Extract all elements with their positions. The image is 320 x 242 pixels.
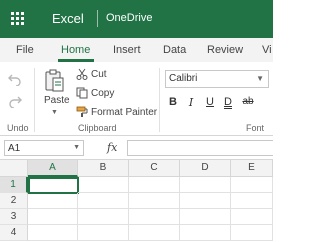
clipboard-group-label: Clipboard: [78, 123, 117, 133]
ribbon: Undo Paste ▼ Cut Copy Format Painter Cli…: [0, 62, 273, 136]
row-header-3[interactable]: 3: [0, 209, 28, 225]
cell-c2[interactable]: [129, 193, 180, 209]
format-painter-button[interactable]: Format Painter: [76, 104, 157, 120]
double-underline-button[interactable]: D: [222, 96, 234, 108]
select-all-button[interactable]: [0, 160, 28, 177]
ribbon-tabs: File Home Insert Data Review Vi: [0, 38, 273, 62]
font-name-value: Calibri: [169, 73, 198, 84]
cell-c3[interactable]: [129, 209, 180, 225]
cell-e2[interactable]: [231, 193, 273, 209]
tab-file[interactable]: File: [16, 44, 34, 56]
insert-function-button[interactable]: fx: [107, 141, 117, 154]
cell-b4[interactable]: [78, 225, 129, 241]
cut-icon: [76, 68, 88, 80]
cell-a3[interactable]: [28, 209, 78, 225]
italic-button[interactable]: I: [185, 96, 197, 109]
cell-a1[interactable]: [28, 177, 79, 194]
cell-a4[interactable]: [28, 225, 78, 241]
strikethrough-button[interactable]: ab: [240, 96, 256, 107]
service-name[interactable]: OneDrive: [106, 12, 152, 24]
undo-group-label: Undo: [7, 123, 29, 133]
app-launcher-icon[interactable]: [11, 12, 25, 26]
tab-insert[interactable]: Insert: [113, 44, 141, 56]
row-header-4[interactable]: 4: [0, 225, 28, 241]
column-header-b[interactable]: B: [78, 160, 129, 177]
formula-input[interactable]: [127, 140, 273, 156]
column-header-e[interactable]: E: [231, 160, 273, 177]
cell-b1[interactable]: [78, 177, 129, 193]
bold-button[interactable]: B: [167, 96, 179, 108]
column-header-c[interactable]: C: [129, 160, 180, 177]
title-separator: [97, 10, 98, 27]
cell-d1[interactable]: [180, 177, 231, 193]
copy-icon: [76, 87, 88, 99]
cell-a2[interactable]: [28, 193, 78, 209]
cell-d2[interactable]: [180, 193, 231, 209]
name-box[interactable]: A1 ▼: [4, 140, 84, 156]
chevron-down-icon: ▼: [73, 144, 80, 151]
cell-d4[interactable]: [180, 225, 231, 241]
app-name[interactable]: Excel: [52, 11, 84, 26]
underline-button[interactable]: U: [204, 96, 216, 108]
paste-button[interactable]: Paste: [44, 95, 70, 106]
cell-e4[interactable]: [231, 225, 273, 241]
tab-view[interactable]: Vi: [262, 44, 272, 56]
group-divider: [34, 68, 35, 132]
redo-icon[interactable]: [8, 94, 22, 108]
name-box-value: A1: [8, 143, 21, 154]
row-header-1[interactable]: 1: [0, 177, 28, 193]
font-name-select[interactable]: Calibri ▼: [165, 70, 269, 88]
spreadsheet-grid: A B C D E 1 2 3 4: [0, 160, 273, 242]
cell-e1[interactable]: [231, 177, 273, 193]
paste-icon[interactable]: [45, 69, 65, 93]
copy-button[interactable]: Copy: [76, 85, 114, 101]
tab-home[interactable]: Home: [61, 44, 90, 56]
format-painter-label: Format Painter: [91, 106, 158, 118]
tab-review[interactable]: Review: [207, 44, 243, 56]
row-header-2[interactable]: 2: [0, 193, 28, 209]
column-header-d[interactable]: D: [180, 160, 231, 177]
chevron-down-icon: ▼: [256, 74, 264, 83]
cell-c1[interactable]: [129, 177, 180, 193]
cell-b3[interactable]: [78, 209, 129, 225]
cut-label: Cut: [91, 68, 107, 80]
copy-label: Copy: [91, 87, 115, 99]
tab-data[interactable]: Data: [163, 44, 186, 56]
cell-b2[interactable]: [78, 193, 129, 209]
cut-button[interactable]: Cut: [76, 66, 107, 82]
cell-d3[interactable]: [180, 209, 231, 225]
paste-dropdown-icon[interactable]: ▼: [51, 109, 58, 116]
column-header-a[interactable]: A: [28, 160, 78, 177]
title-bar: Excel OneDrive: [0, 0, 273, 38]
font-group-label: Font: [246, 123, 265, 133]
format-painter-icon: [76, 106, 88, 117]
undo-icon[interactable]: [8, 72, 22, 86]
formula-bar: A1 ▼ fx: [0, 136, 273, 160]
group-divider: [159, 68, 160, 132]
cell-c4[interactable]: [129, 225, 180, 241]
cell-e3[interactable]: [231, 209, 273, 225]
